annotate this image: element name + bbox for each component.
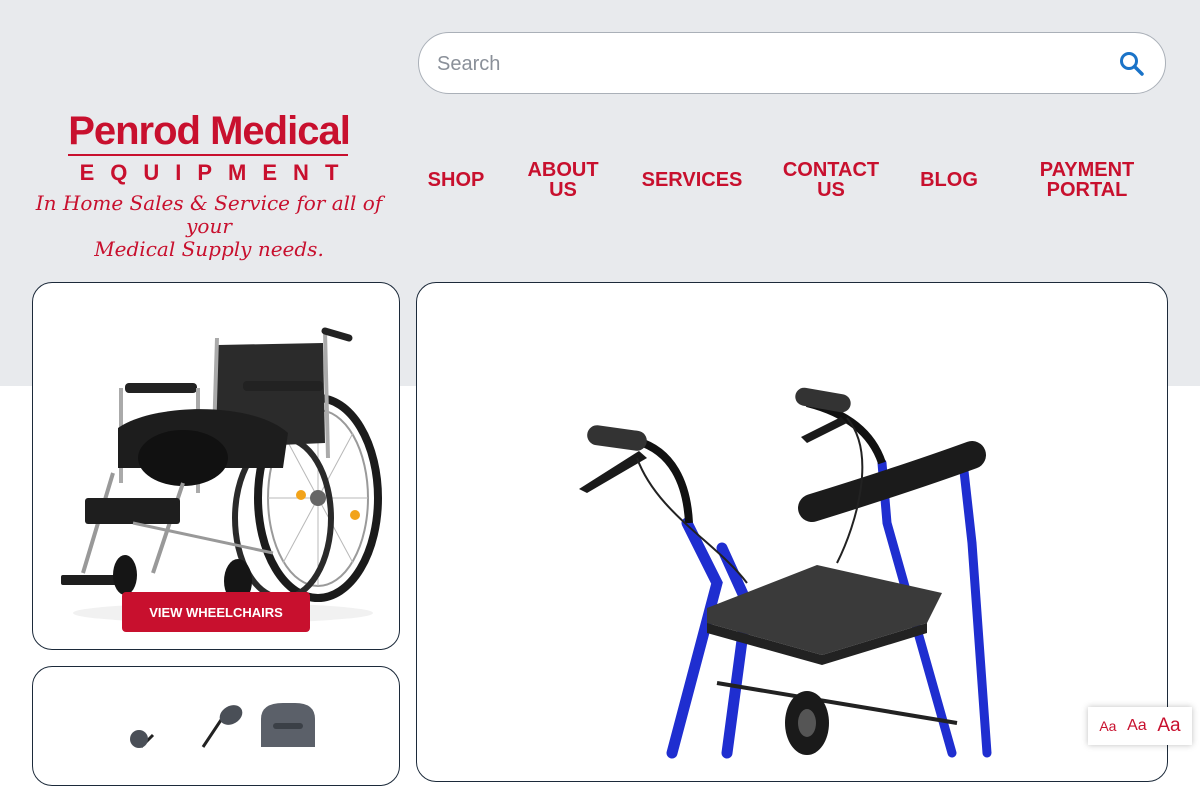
power-chair-image	[130, 703, 315, 749]
logo-tagline-line1: In Home Sales & Service for all of your	[35, 191, 383, 238]
nav-services[interactable]: SERVICES	[636, 150, 748, 210]
search-icon	[1120, 52, 1144, 76]
nav-shop[interactable]: SHOP	[420, 150, 492, 210]
main-nav: SHOP ABOUT US SERVICES CONTACT US BLOG P…	[410, 150, 1190, 210]
wheelchair-card[interactable]: VIEW WHEELCHAIRS	[32, 282, 400, 650]
search-bar	[418, 32, 1166, 94]
logo[interactable]: Penrod Medical EQUIPMENT In Home Sales &…	[28, 108, 390, 261]
logo-tagline-line2: Medical Supply needs.	[94, 237, 324, 261]
logo-rule	[68, 154, 348, 156]
font-size-small-button[interactable]: Aa	[1099, 718, 1116, 734]
view-wheelchairs-button[interactable]: VIEW WHEELCHAIRS	[122, 592, 310, 632]
font-size-large-button[interactable]: Aa	[1157, 715, 1180, 737]
search-input[interactable]	[435, 45, 1099, 83]
logo-tagline: In Home Sales & Service for all of your …	[28, 192, 390, 261]
nav-payment-portal[interactable]: PAYMENT PORTAL	[1022, 150, 1152, 210]
search-button[interactable]	[1117, 49, 1147, 79]
nav-blog[interactable]: BLOG	[914, 150, 984, 210]
nav-contact-us[interactable]: CONTACT US	[778, 150, 884, 210]
logo-subtitle: EQUIPMENT	[79, 160, 355, 185]
rollator-walker-image	[579, 387, 992, 759]
power-chair-card[interactable]	[32, 666, 400, 786]
logo-title: Penrod Medical	[68, 109, 351, 153]
rollator-walker-card[interactable]	[416, 282, 1168, 782]
font-size-medium-button[interactable]: Aa	[1127, 717, 1147, 735]
nav-about-us[interactable]: ABOUT US	[522, 150, 604, 210]
font-size-controls: Aa Aa Aa	[1088, 707, 1192, 745]
